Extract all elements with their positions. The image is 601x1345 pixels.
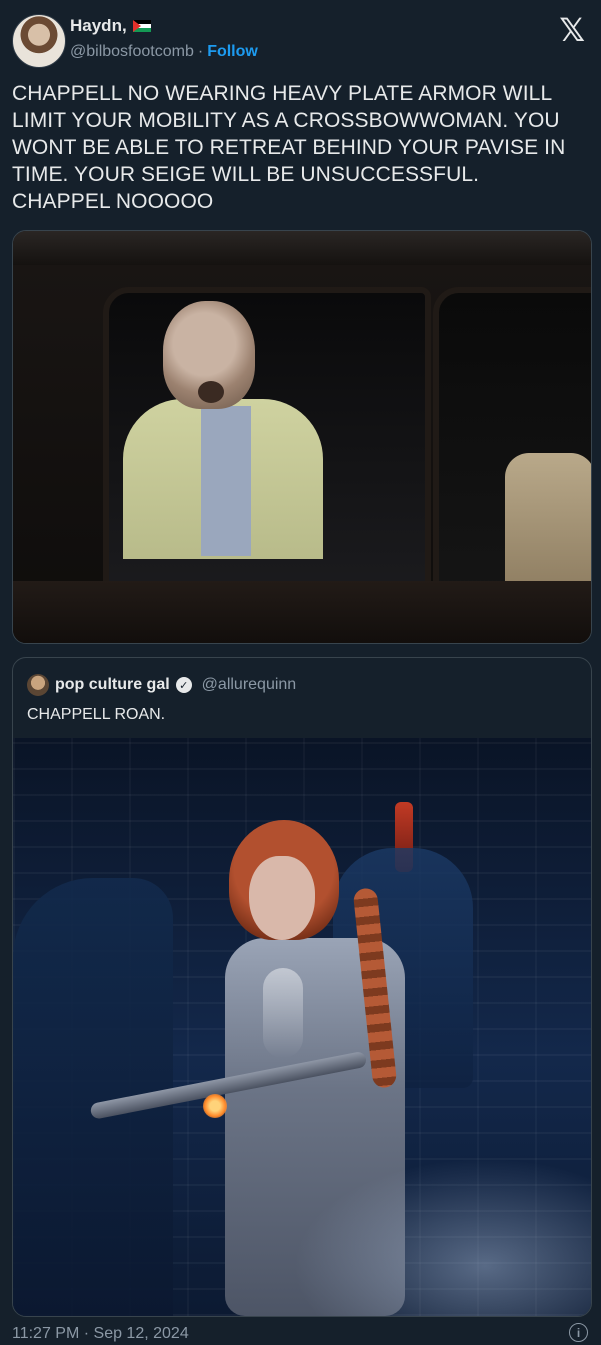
quoted-author-name[interactable]: pop culture gal bbox=[55, 676, 170, 694]
tweet-timestamp[interactable]: 11:27 PM · Sep 12, 2024 bbox=[12, 1325, 189, 1342]
quoted-author-handle[interactable]: @allurequinn bbox=[202, 676, 297, 694]
x-logo-icon[interactable]: 𝕏 bbox=[559, 14, 585, 46]
car-roof-shape bbox=[13, 231, 591, 265]
author-handle[interactable]: @bilbosfootcomb bbox=[70, 43, 194, 60]
separator-dot: · bbox=[197, 43, 204, 60]
quoted-author-avatar[interactable] bbox=[27, 674, 49, 696]
verified-badge-icon: ✓ bbox=[175, 677, 192, 693]
author-name[interactable]: Haydn, bbox=[70, 16, 127, 36]
quoted-tweet-text: CHAPPELL ROAN. bbox=[27, 706, 166, 723]
person-shirt-shape bbox=[201, 406, 251, 556]
palestine-flag-icon bbox=[132, 20, 151, 32]
tweet-image[interactable] bbox=[12, 230, 592, 644]
car-window-right bbox=[433, 287, 591, 603]
quoted-tweet-image[interactable] bbox=[13, 738, 591, 1316]
stage-fog bbox=[293, 1158, 591, 1316]
armor-highlight bbox=[263, 968, 303, 1058]
quoted-tweet[interactable]: pop culture gal ✓ @allurequinn CHAPPELL … bbox=[12, 657, 592, 1317]
car-door-shape bbox=[13, 581, 591, 643]
tweet-footer: 11:27 PM · Sep 12, 2024 i bbox=[12, 1323, 590, 1345]
info-icon[interactable]: i bbox=[569, 1323, 588, 1342]
author-name-row: Haydn, bbox=[70, 16, 151, 36]
follow-button[interactable]: Follow bbox=[207, 43, 258, 60]
crossbow-glow bbox=[203, 1094, 227, 1118]
person-mouth-shape bbox=[198, 381, 224, 403]
tweet-text: CHAPPELL NO WEARING HEAVY PLATE ARMOR WI… bbox=[12, 82, 566, 213]
author-avatar[interactable] bbox=[12, 14, 66, 68]
author-handle-row: @bilbosfootcomb · Follow bbox=[70, 43, 258, 61]
face-shape bbox=[249, 856, 315, 940]
tweet-header: Haydn, @bilbosfootcomb · Follow 𝕏 bbox=[12, 12, 589, 68]
quoted-tweet-header: pop culture gal ✓ @allurequinn bbox=[27, 674, 296, 696]
